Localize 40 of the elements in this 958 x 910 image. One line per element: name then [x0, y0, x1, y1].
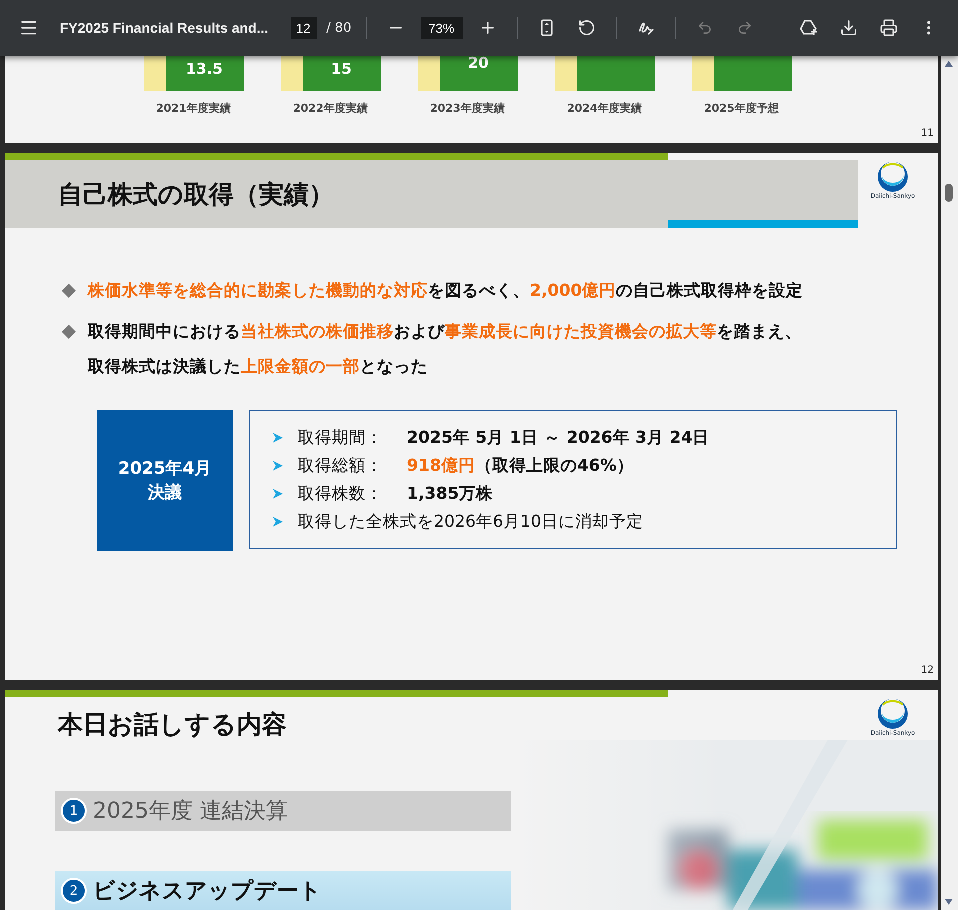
- chart-bar: 13.5: [166, 56, 244, 91]
- arrow-icon: [272, 432, 284, 444]
- scrollbar[interactable]: [941, 56, 958, 910]
- logo-icon: [877, 698, 909, 730]
- detail-value: 1,385万株: [407, 483, 494, 505]
- chart-bar: [144, 56, 166, 91]
- page-number: 11: [921, 128, 934, 139]
- decision-box: 2025年4月 決議: [97, 410, 233, 551]
- arrow-icon: [272, 460, 284, 472]
- chart-bar: [418, 56, 440, 91]
- number-badge: 1: [61, 798, 87, 824]
- chart-bar: 15: [302, 56, 380, 91]
- detail-value: 2025年 5月 1日 ～ 2026年 3月 24日: [407, 427, 710, 449]
- number-badge: 2: [61, 878, 87, 904]
- chart-bar: [280, 56, 302, 91]
- document-title: FY2025 Financial Results and...: [60, 20, 269, 36]
- detail-label: 取得総額：: [298, 455, 383, 477]
- detail-value: 918億円（取得上限の46%）: [407, 455, 634, 477]
- axis-label: 2025年度予想: [704, 101, 779, 116]
- bullet-text: 株価水準等を総合的に勘案した機動的な対応を図るべく、2,000億円の自己株式取得枠を設定: [88, 280, 804, 302]
- page-input[interactable]: 12: [290, 17, 317, 39]
- detail-label: 取得株数：: [298, 483, 383, 505]
- axis-label: 2024年度実績: [567, 101, 642, 116]
- axis-label: 2022年度実績: [293, 101, 368, 116]
- chart-bar: 20: [440, 56, 518, 91]
- arrow-icon: [272, 488, 284, 500]
- logo-icon: [877, 161, 909, 193]
- slide-title: 本日お話しする内容: [58, 709, 287, 741]
- arrow-icon: [272, 516, 284, 528]
- agenda-item: 2 ビジネスアップデート: [55, 871, 511, 910]
- page-count: / 80: [326, 20, 352, 36]
- axis-label: 2023年度実績: [430, 101, 505, 116]
- page-number: 12: [921, 665, 934, 676]
- detail-label: 取得した全株式を2026年6月10日に消却予定: [298, 511, 644, 533]
- axis-label: 2021年度実績: [156, 101, 231, 116]
- slide-title: 自己株式の取得（実績）: [58, 178, 334, 210]
- bullet-text: 取得期間中における当社株式の株価推移および事業成長に向けた投資機会の拡大等を踏まえ、 取得株式は決議した上限金額の一部 となった: [88, 321, 802, 378]
- detail-label: 取得期間：: [298, 427, 383, 449]
- agenda-item: 1 2025年度 連結決算: [55, 791, 511, 831]
- zoom-input[interactable]: 73%: [420, 17, 463, 39]
